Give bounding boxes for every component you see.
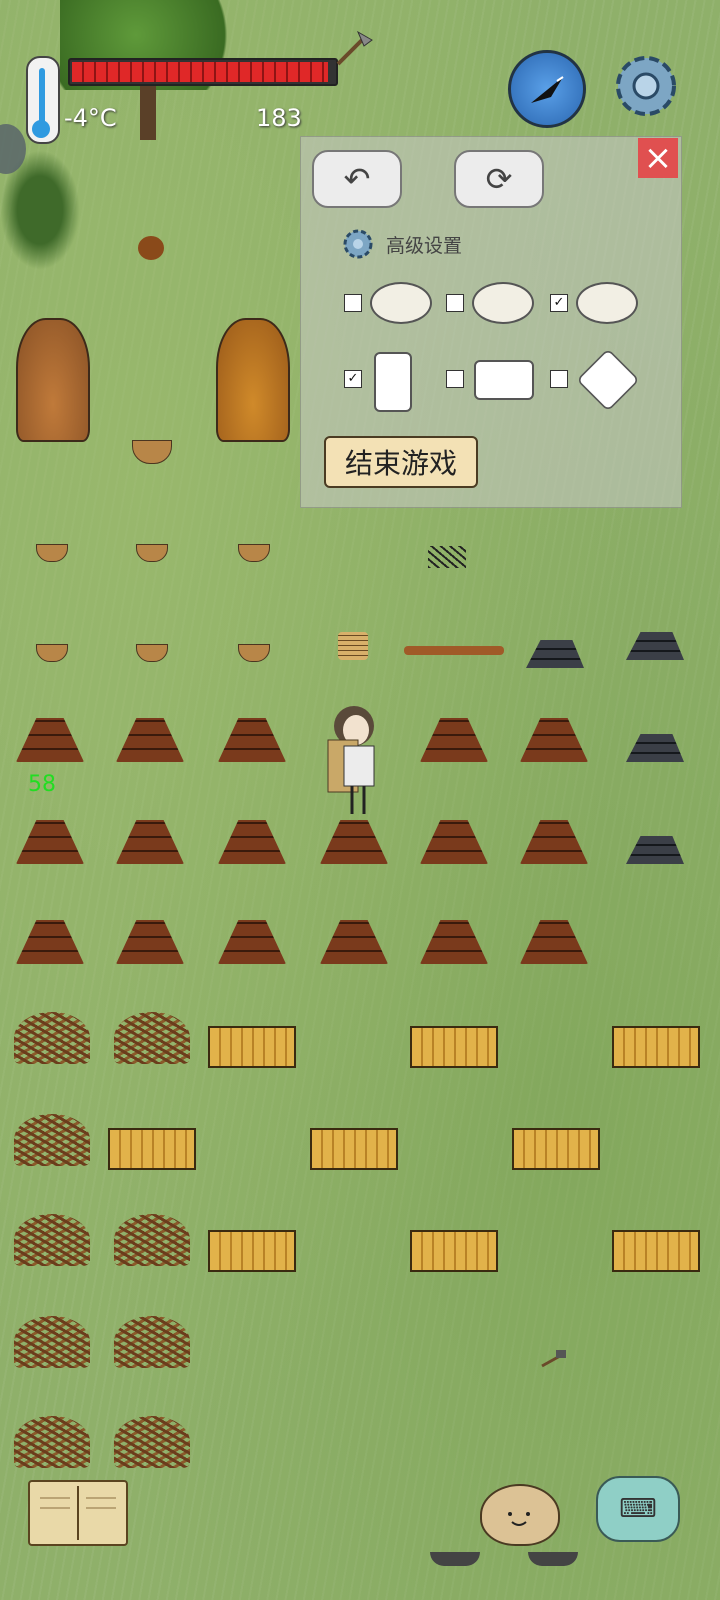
kindling-pile[interactable]	[14, 1114, 90, 1166]
adobe-pile[interactable]	[320, 920, 388, 964]
temperature-label: -4°C	[64, 104, 117, 132]
eye-front-checkbox[interactable]	[344, 294, 362, 312]
kindling-pile[interactable]	[14, 1416, 90, 1468]
adobe-pile[interactable]	[16, 920, 84, 964]
advanced-settings-title: 高级设置	[386, 234, 463, 257]
kindling-pile[interactable]	[114, 1214, 190, 1266]
phone-portrait-icon[interactable]	[374, 352, 412, 412]
tool-box[interactable]	[612, 1026, 700, 1068]
clay-bowl[interactable]	[36, 544, 68, 562]
axe-icon	[334, 30, 374, 66]
adobe-pile[interactable]	[218, 820, 286, 864]
eye-side-icon[interactable]	[472, 282, 534, 324]
adobe-pile[interactable]	[420, 820, 488, 864]
tool-box[interactable]	[612, 1230, 700, 1272]
player-character[interactable]	[318, 704, 384, 824]
adobe-pile[interactable]	[116, 920, 184, 964]
tool-box[interactable]	[208, 1230, 296, 1272]
long-shaft[interactable]	[404, 646, 504, 655]
tool-box[interactable]	[108, 1128, 196, 1170]
tablet-landscape-checkbox[interactable]	[446, 370, 464, 388]
thermometer-icon	[26, 56, 60, 144]
emote-face-button[interactable]	[480, 1484, 560, 1546]
small-gear-icon	[340, 226, 376, 262]
adobe-pile[interactable]	[520, 820, 588, 864]
adobe-pile[interactable]	[218, 718, 286, 762]
bowl-right	[528, 1552, 578, 1566]
bucket-box[interactable]	[410, 1230, 498, 1272]
dry-grass[interactable]	[428, 546, 466, 568]
kindling-pile[interactable]	[114, 1416, 190, 1468]
kindling-pile[interactable]	[14, 1214, 90, 1266]
adobe-pile[interactable]	[420, 920, 488, 964]
adobe-pile[interactable]	[320, 820, 388, 864]
clay-bowl[interactable]	[136, 544, 168, 562]
chestnut[interactable]	[138, 236, 164, 260]
kindling-pile[interactable]	[114, 1012, 190, 1064]
refresh-icon[interactable]: ⟳	[454, 150, 544, 208]
settings-gear-button[interactable]	[608, 48, 684, 124]
basket[interactable]	[132, 440, 172, 464]
eye-back-icon[interactable]	[576, 282, 638, 324]
eye-back-checkbox[interactable]: ✓	[550, 294, 568, 312]
kindling-pile[interactable]	[114, 1316, 190, 1368]
adobe-pile[interactable]	[218, 920, 286, 964]
plate-stack[interactable]	[338, 632, 368, 660]
clay-bowl[interactable]	[36, 644, 68, 662]
rotate-device-checkbox[interactable]	[550, 370, 568, 388]
tool-box[interactable]	[512, 1128, 600, 1170]
tablet-landscape-icon[interactable]	[474, 360, 534, 400]
advanced-settings-header: 高级设置	[340, 226, 462, 262]
adobe-pile[interactable]	[116, 718, 184, 762]
close-icon[interactable]: ×	[638, 138, 678, 178]
clay-bowl[interactable]	[238, 644, 270, 662]
adobe-pile[interactable]	[116, 820, 184, 864]
hammer[interactable]	[540, 1350, 568, 1368]
kiln-empty[interactable]	[16, 318, 90, 442]
iron-ore-pile[interactable]	[626, 836, 684, 864]
recipe-book-button[interactable]	[28, 1480, 128, 1546]
eye-side-checkbox[interactable]	[446, 294, 464, 312]
steps-counter: 58	[28, 772, 56, 797]
clay-bowl[interactable]	[238, 544, 270, 562]
iron-ore-pile[interactable]	[526, 640, 584, 668]
adobe-pile[interactable]	[16, 820, 84, 864]
adobe-pile[interactable]	[420, 718, 488, 762]
compass-button[interactable]	[508, 50, 586, 128]
kiln-fired[interactable]	[216, 318, 290, 442]
kindling-pile[interactable]	[14, 1316, 90, 1368]
keyboard-chat-button[interactable]: ⌨	[596, 1476, 680, 1542]
iron-ore-pile[interactable]	[626, 632, 684, 660]
adobe-pile[interactable]	[520, 920, 588, 964]
end-game-button[interactable]: 结束游戏	[324, 436, 478, 488]
wooden-box[interactable]	[310, 1128, 398, 1170]
adobe-pile[interactable]	[16, 718, 84, 762]
eye-front-icon[interactable]	[370, 282, 432, 324]
wooden-box[interactable]	[208, 1026, 296, 1068]
undo-icon[interactable]: ↶	[312, 150, 402, 208]
food-bar	[68, 58, 338, 86]
iron-ore-pile[interactable]	[626, 734, 684, 762]
kindling-pile[interactable]	[14, 1012, 90, 1064]
wooden-box[interactable]	[410, 1026, 498, 1068]
bowl-left	[430, 1552, 480, 1566]
yum-counter: 183	[256, 104, 302, 132]
phone-portrait-checkbox[interactable]: ✓	[344, 370, 362, 388]
adobe-pile[interactable]	[520, 718, 588, 762]
clay-bowl[interactable]	[136, 644, 168, 662]
